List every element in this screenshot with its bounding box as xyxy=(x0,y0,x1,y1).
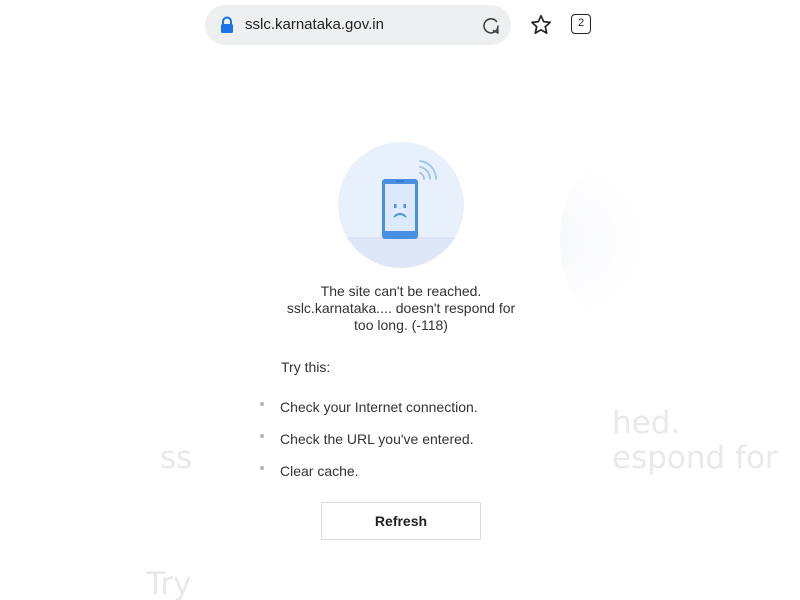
tips-list: Check your Internet connection. Check th… xyxy=(258,399,478,495)
url-text[interactable]: sslc.karnataka.gov.in xyxy=(245,16,384,33)
bullet-icon xyxy=(260,466,264,470)
star-icon[interactable] xyxy=(529,13,553,37)
error-detail-line: too long. (-118) xyxy=(354,317,448,333)
bullet-icon xyxy=(260,402,264,406)
ghost-text-1: hed. xyxy=(612,405,681,441)
address-bar[interactable]: sslc.karnataka.gov.in xyxy=(205,5,511,45)
tip-item: Check the URL you've entered. xyxy=(258,431,478,463)
ghost-text-4: Try xyxy=(146,566,192,600)
error-detail-line: sslc.karnataka.... doesn't respond for xyxy=(286,300,516,316)
tip-text: Check your Internet connection. xyxy=(280,399,478,415)
try-this-heading: Try this: xyxy=(281,359,331,375)
tip-text: Clear cache. xyxy=(280,463,359,479)
error-title: The site can't be reached. xyxy=(320,283,482,299)
ghost-text-3: espond for xyxy=(612,440,778,476)
reload-icon[interactable] xyxy=(481,15,501,35)
tabs-icon[interactable]: 2 xyxy=(571,14,591,34)
ghost-text-2: ss xyxy=(160,440,193,476)
tip-text: Check the URL you've entered. xyxy=(280,431,474,447)
sad-phone-wifi-icon xyxy=(338,142,464,268)
bullet-icon xyxy=(260,434,264,438)
lock-icon[interactable] xyxy=(219,16,235,34)
tip-item: Clear cache. xyxy=(258,463,478,495)
ghost-circle xyxy=(560,165,640,315)
tip-item: Check your Internet connection. xyxy=(258,399,478,431)
error-message: The site can't be reached. sslc.karnatak… xyxy=(260,283,542,334)
refresh-button[interactable]: Refresh xyxy=(321,502,481,540)
